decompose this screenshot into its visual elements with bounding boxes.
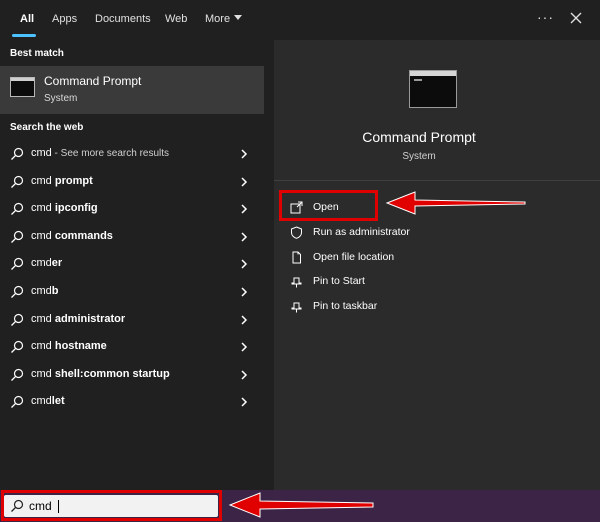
pin-to-start-label: Pin to Start: [313, 275, 365, 287]
web-result-cmd[interactable]: cmd - See more search results: [0, 140, 264, 168]
pin-to-taskbar-action[interactable]: Pin to taskbar: [290, 297, 550, 317]
chevron-right-icon: [241, 315, 248, 325]
pin-to-start-action[interactable]: Pin to Start: [290, 272, 550, 292]
pin-to-taskbar-label: Pin to taskbar: [313, 300, 378, 312]
search-icon: [11, 175, 24, 188]
web-result-label: cmd commands: [31, 229, 113, 242]
search-icon: [11, 341, 24, 354]
search-input[interactable]: [29, 498, 209, 514]
tab-web[interactable]: Web: [165, 13, 187, 25]
chevron-right-icon: [241, 259, 248, 269]
best-match-heading: Best match: [10, 48, 64, 59]
taskbar: [0, 490, 600, 522]
open-icon: [290, 201, 303, 214]
command-prompt-icon: [10, 77, 35, 97]
open-action[interactable]: Open: [290, 198, 550, 218]
web-result-cmd-administrator[interactable]: cmd administrator: [0, 306, 264, 334]
file-location-icon: [292, 251, 301, 264]
best-match-command-prompt[interactable]: Command Prompt System: [0, 66, 264, 114]
close-icon[interactable]: [569, 11, 583, 25]
web-result-label: cmdlet: [31, 395, 65, 408]
search-icon: [11, 396, 24, 409]
preview-title: Command Prompt: [362, 129, 476, 145]
pin-icon: [291, 302, 302, 313]
web-result-label: cmd prompt: [31, 174, 93, 187]
search-icon: [11, 285, 24, 298]
tab-all[interactable]: All: [20, 13, 34, 25]
chevron-right-icon: [241, 232, 248, 242]
preview-pane: Command Prompt System Open Run as admini…: [274, 40, 600, 490]
web-result-label: cmder: [31, 257, 63, 270]
run-as-admin-label: Run as administrator: [313, 226, 410, 238]
chevron-right-icon: [241, 370, 248, 380]
chevron-right-icon: [241, 287, 248, 297]
search-icon: [11, 313, 24, 326]
tab-documents[interactable]: Documents: [95, 13, 151, 25]
divider: [274, 180, 600, 181]
web-result-cmd-shell-common-startup[interactable]: cmd shell:common startup: [0, 361, 264, 389]
search-tabs-bar: All Apps Documents Web More ···: [0, 0, 600, 40]
chevron-right-icon: [241, 342, 248, 352]
best-match-title: Command Prompt: [44, 74, 142, 88]
chevron-right-icon: [241, 149, 248, 159]
chevron-right-icon: [241, 177, 248, 187]
web-result-label: cmdb: [31, 284, 59, 297]
web-result-cmdb[interactable]: cmdb: [0, 278, 264, 306]
web-result-cmd-hostname[interactable]: cmd hostname: [0, 333, 264, 361]
web-result-label: cmd administrator: [31, 312, 126, 325]
search-icon: [11, 147, 24, 160]
pin-icon: [291, 277, 302, 288]
taskbar-search-box[interactable]: [4, 495, 218, 517]
more-options-button[interactable]: ···: [537, 9, 554, 25]
text-caret: [58, 500, 59, 513]
web-result-cmd-ipconfig[interactable]: cmd ipconfig: [0, 195, 264, 223]
command-prompt-icon: [409, 70, 457, 108]
search-icon: [11, 230, 24, 243]
open-file-location-action[interactable]: Open file location: [290, 248, 550, 268]
web-results-list: cmd - See more search results cmd prompt…: [0, 140, 264, 416]
chevron-right-icon: [241, 397, 248, 407]
web-result-cmd-prompt[interactable]: cmd prompt: [0, 168, 264, 196]
best-match-subtitle: System: [44, 93, 78, 104]
search-icon: [11, 368, 24, 381]
web-result-label: cmd - See more search results: [31, 147, 170, 159]
search-icon: [11, 258, 24, 271]
web-result-label: cmd hostname: [31, 340, 107, 353]
web-result-cmder[interactable]: cmder: [0, 250, 264, 278]
search-web-heading: Search the web: [10, 122, 84, 133]
chevron-right-icon: [241, 204, 248, 214]
shield-icon: [291, 226, 302, 239]
open-file-location-label: Open file location: [313, 251, 395, 263]
web-result-label: cmd shell:common startup: [31, 367, 170, 380]
web-result-cmd-commands[interactable]: cmd commands: [0, 223, 264, 251]
preview-subtitle: System: [402, 151, 436, 162]
tab-more[interactable]: More: [205, 13, 243, 25]
run-as-admin-action[interactable]: Run as administrator: [290, 223, 550, 243]
tab-apps[interactable]: Apps: [52, 13, 77, 25]
search-icon: [11, 203, 24, 216]
tab-more-label: More: [205, 13, 231, 25]
open-action-label: Open: [313, 201, 339, 213]
search-icon: [11, 499, 24, 512]
web-result-cmdlet[interactable]: cmdlet: [0, 388, 264, 416]
web-result-label: cmd ipconfig: [31, 202, 98, 215]
active-tab-indicator: [12, 34, 36, 37]
chevron-down-icon: [234, 15, 243, 20]
results-pane: Best match Command Prompt System Search …: [0, 40, 264, 490]
